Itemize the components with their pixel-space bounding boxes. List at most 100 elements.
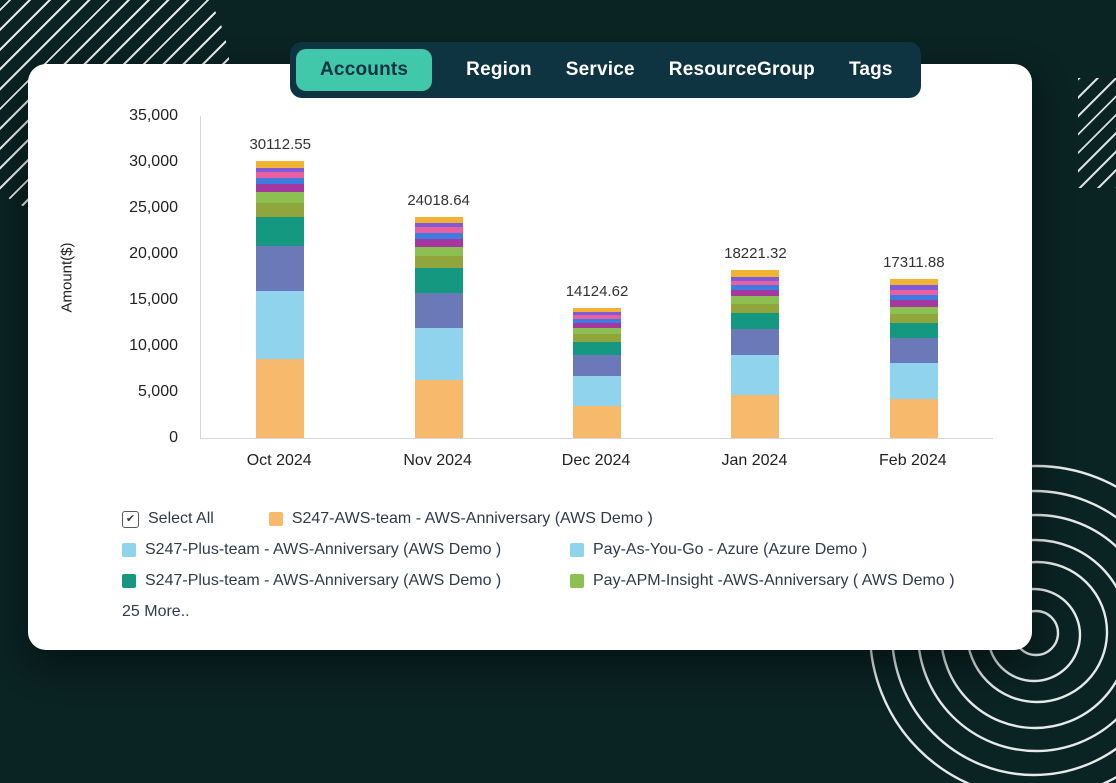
bar-segment[interactable] — [415, 380, 463, 438]
legend-label: Pay-APM-Insight -AWS-Anniversary ( AWS D… — [593, 572, 955, 590]
stacked-bar[interactable] — [256, 161, 304, 438]
legend-row: S247-Plus-team - AWS-Anniversary (AWS De… — [122, 541, 1022, 559]
select-all-checkbox[interactable]: ✔ Select All — [122, 510, 214, 528]
bar-segment[interactable] — [731, 355, 779, 373]
bar-segment[interactable] — [731, 374, 779, 395]
legend-label: Pay-As-You-Go - Azure (Azure Demo ) — [593, 541, 867, 559]
checkbox-icon: ✔ — [122, 511, 139, 528]
tab-service[interactable]: Service — [566, 59, 635, 81]
y-tick-label: 25,000 — [129, 199, 178, 217]
bar-segment[interactable] — [731, 313, 779, 329]
stacked-bar[interactable] — [573, 308, 621, 438]
bar-group: 17311.88 — [835, 116, 993, 438]
x-axis-label: Jan 2024 — [675, 452, 833, 470]
bar-total-label: 24018.64 — [339, 192, 537, 209]
plot-area: 30112.5524018.6414124.6218221.3217311.88 — [200, 116, 993, 439]
bar-segment[interactable] — [415, 328, 463, 353]
hatch-pattern-decoration — [1078, 78, 1116, 188]
x-axis-label: Feb 2024 — [834, 452, 992, 470]
bar-segment[interactable] — [731, 395, 779, 438]
bar-segment[interactable] — [415, 256, 463, 268]
bar-segment[interactable] — [890, 399, 938, 438]
bar-segment[interactable] — [256, 184, 304, 192]
bar-total-label: 30112.55 — [181, 136, 379, 153]
legend-row: 25 More.. — [122, 603, 1022, 621]
legend-swatch — [570, 543, 584, 557]
y-tick-label: 10,000 — [129, 337, 178, 355]
y-tick-label: 20,000 — [129, 245, 178, 263]
bar-segment[interactable] — [415, 293, 463, 328]
tab-accounts[interactable]: Accounts — [296, 49, 432, 91]
bar-segment[interactable] — [415, 268, 463, 293]
y-axis-title: Amount($) — [59, 242, 76, 312]
bar-segment[interactable] — [573, 390, 621, 406]
tab-tags[interactable]: Tags — [849, 59, 893, 81]
bar-segment[interactable] — [415, 247, 463, 256]
bar-segment[interactable] — [890, 380, 938, 399]
legend-swatch — [122, 543, 136, 557]
dimension-tab-bar: Accounts Region Service ResourceGroup Ta… — [290, 42, 921, 98]
y-tick-label: 30,000 — [129, 153, 178, 171]
bar-total-label: 14124.62 — [498, 283, 696, 300]
more-legend-link[interactable]: 25 More.. — [122, 603, 190, 621]
bar-segment[interactable] — [890, 314, 938, 323]
legend-swatch — [122, 574, 136, 588]
x-axis-label: Oct 2024 — [200, 452, 358, 470]
bar-total-label: 17311.88 — [815, 254, 1013, 271]
chart-card: Amount($) 0 5,000 10,000 15,000 20,000 25,000… — [28, 64, 1032, 650]
y-axis-title-wrap: Amount($) — [54, 116, 80, 438]
legend-item[interactable]: Pay-APM-Insight -AWS-Anniversary ( AWS D… — [570, 572, 955, 590]
legend-label: S247-Plus-team - AWS-Anniversary (AWS De… — [145, 541, 501, 559]
legend-item[interactable]: S247-AWS-team - AWS-Anniversary (AWS Dem… — [269, 510, 653, 528]
bar-segment[interactable] — [573, 355, 621, 376]
bar-segment[interactable] — [731, 296, 779, 303]
legend-swatch — [570, 574, 584, 588]
bar-group: 24018.64 — [359, 116, 517, 438]
bar-group: 30112.55 — [201, 116, 359, 438]
bar-segment[interactable] — [890, 323, 938, 338]
legend-label: S247-AWS-team - AWS-Anniversary (AWS Dem… — [292, 510, 653, 528]
y-tick-label: 5,000 — [138, 383, 178, 401]
y-axis: 05,00010,00015,00020,00025,00030,00035,0… — [86, 116, 190, 438]
bar-segment[interactable] — [256, 192, 304, 203]
bar-segment[interactable] — [256, 291, 304, 322]
bar-segment[interactable] — [256, 203, 304, 217]
bar-segment[interactable] — [256, 246, 304, 291]
bar-group: 14124.62 — [518, 116, 676, 438]
stacked-bar[interactable] — [731, 270, 779, 438]
y-tick-label: 0 — [169, 429, 178, 447]
stacked-bar[interactable] — [890, 279, 938, 438]
bar-segment[interactable] — [415, 352, 463, 380]
bar-segment[interactable] — [573, 376, 621, 390]
legend-item[interactable]: Pay-As-You-Go - Azure (Azure Demo ) — [570, 541, 867, 559]
bar-segment[interactable] — [256, 217, 304, 246]
legend-row: S247-Plus-team - AWS-Anniversary (AWS De… — [122, 572, 1022, 590]
bar-segment[interactable] — [573, 334, 621, 342]
y-tick-label: 15,000 — [129, 291, 178, 309]
stacked-bar[interactable] — [415, 217, 463, 438]
bar-group: 18221.32 — [676, 116, 834, 438]
bar-segment[interactable] — [731, 329, 779, 356]
x-axis-label: Dec 2024 — [517, 452, 675, 470]
bar-segment[interactable] — [256, 322, 304, 359]
bar-segment[interactable] — [573, 406, 621, 438]
legend-item[interactable]: S247-Plus-team - AWS-Anniversary (AWS De… — [122, 541, 570, 559]
y-tick-label: 35,000 — [129, 107, 178, 125]
legend: ✔ Select All S247-AWS-team - AWS-Anniversa… — [122, 510, 1022, 621]
legend-item[interactable]: S247-Plus-team - AWS-Anniversary (AWS De… — [122, 572, 570, 590]
legend-swatch — [269, 512, 283, 526]
select-all-label: Select All — [148, 510, 214, 528]
bar-segment[interactable] — [731, 304, 779, 313]
tab-region[interactable]: Region — [466, 59, 532, 81]
legend-row: ✔ Select All S247-AWS-team - AWS-Anniversa… — [122, 510, 1022, 528]
legend-label: S247-Plus-team - AWS-Anniversary (AWS De… — [145, 572, 501, 590]
x-axis-label: Nov 2024 — [358, 452, 516, 470]
bar-segment[interactable] — [890, 338, 938, 363]
bar-segment[interactable] — [256, 359, 304, 438]
tab-resourcegroup[interactable]: ResourceGroup — [669, 59, 815, 81]
x-axis: Oct 2024Nov 2024Dec 2024Jan 2024Feb 2024 — [200, 452, 992, 470]
bar-segment[interactable] — [890, 307, 938, 314]
bar-segment[interactable] — [890, 363, 938, 380]
bar-segment[interactable] — [573, 342, 621, 355]
bar-segment[interactable] — [415, 239, 463, 246]
